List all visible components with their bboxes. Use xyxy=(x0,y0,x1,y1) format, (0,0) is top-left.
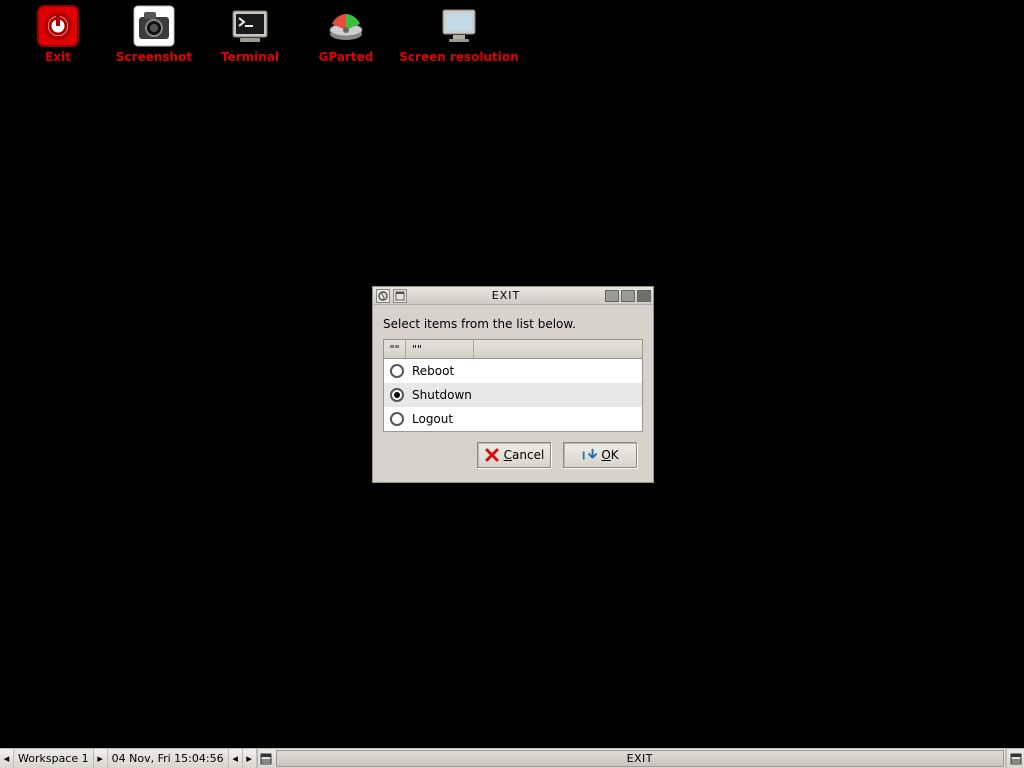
ok-button[interactable]: OK xyxy=(563,442,637,468)
titlebar-right xyxy=(605,290,653,302)
option-label: Reboot xyxy=(412,364,454,378)
dialog-instruction: Select items from the list below. xyxy=(383,317,643,331)
window-list-icon[interactable] xyxy=(257,749,275,768)
option-logout[interactable]: Logout xyxy=(384,407,642,431)
radio-icon xyxy=(390,388,404,402)
workspace-prev-button[interactable]: ◂ xyxy=(0,749,14,768)
list-header-col-2[interactable]: "" xyxy=(406,340,474,358)
desktop-icon-label: GParted xyxy=(319,50,374,64)
ok-label: OK xyxy=(601,448,618,462)
option-reboot[interactable]: Reboot xyxy=(384,359,642,383)
terminal-icon xyxy=(228,4,272,48)
radio-icon xyxy=(390,364,404,378)
desktop-icon-terminal[interactable]: Terminal xyxy=(202,4,298,64)
dialog-titlebar[interactable]: EXIT xyxy=(373,287,653,305)
radio-icon xyxy=(390,412,404,426)
taskbar-task-label: EXIT xyxy=(627,752,653,765)
list-header-col-1[interactable]: "" xyxy=(384,340,406,358)
taskbar-task-exit[interactable]: EXIT xyxy=(276,750,1004,767)
taskbar-task-list: EXIT xyxy=(275,749,1006,768)
option-list: Reboot Shutdown Logout xyxy=(383,359,643,432)
desktop-icon-gparted[interactable]: GParted xyxy=(298,4,394,64)
monitor-icon xyxy=(437,4,481,48)
dialog-buttons: Cancel OK xyxy=(383,432,643,472)
desktop-icons: Exit Screenshot xyxy=(0,0,1024,64)
power-icon xyxy=(36,4,80,48)
option-label: Shutdown xyxy=(412,388,472,402)
window-close-button[interactable] xyxy=(637,290,651,302)
window-menu-icon[interactable] xyxy=(376,289,390,303)
window-minimize-button[interactable] xyxy=(605,290,619,302)
window-sticky-icon[interactable] xyxy=(393,289,407,303)
desktop-icon-screen-resolution[interactable]: Screen resolution xyxy=(394,4,524,64)
desktop-icon-screenshot[interactable]: Screenshot xyxy=(106,4,202,64)
desktop-icon-label: Screenshot xyxy=(116,50,192,64)
titlebar-left xyxy=(373,289,407,303)
desktop-icon-exit[interactable]: Exit xyxy=(10,4,106,64)
camera-icon xyxy=(132,4,176,48)
option-shutdown[interactable]: Shutdown xyxy=(384,383,642,407)
desktop-icon-label: Exit xyxy=(45,50,71,64)
taskbar: ◂ Workspace 1 ▸ 04 Nov, Fri 15:04:56 ◂ ▸… xyxy=(0,748,1024,768)
tasklist-scroll-right[interactable]: ▸ xyxy=(243,749,257,768)
dialog-body: Select items from the list below. "" "" … xyxy=(373,305,653,482)
workspace-next-button[interactable]: ▸ xyxy=(94,749,108,768)
ok-icon xyxy=(581,447,597,463)
list-header-col-3[interactable] xyxy=(474,340,642,358)
cancel-button[interactable]: Cancel xyxy=(477,442,551,468)
desktop-icon-label: Terminal xyxy=(221,50,279,64)
cancel-label: Cancel xyxy=(504,448,545,462)
cancel-icon xyxy=(484,447,500,463)
disk-icon xyxy=(324,4,368,48)
list-header: "" "" xyxy=(383,339,643,359)
tasklist-scroll-left[interactable]: ◂ xyxy=(229,749,243,768)
workspace-label[interactable]: Workspace 1 xyxy=(14,749,94,768)
taskbar-menu-icon[interactable] xyxy=(1006,749,1024,768)
taskbar-clock: 04 Nov, Fri 15:04:56 xyxy=(108,749,229,768)
window-maximize-button[interactable] xyxy=(621,290,635,302)
dialog-title: EXIT xyxy=(407,289,605,302)
exit-dialog: EXIT Select items from the list below. "… xyxy=(372,286,654,483)
desktop-icon-label: Screen resolution xyxy=(399,50,518,64)
option-label: Logout xyxy=(412,412,453,426)
